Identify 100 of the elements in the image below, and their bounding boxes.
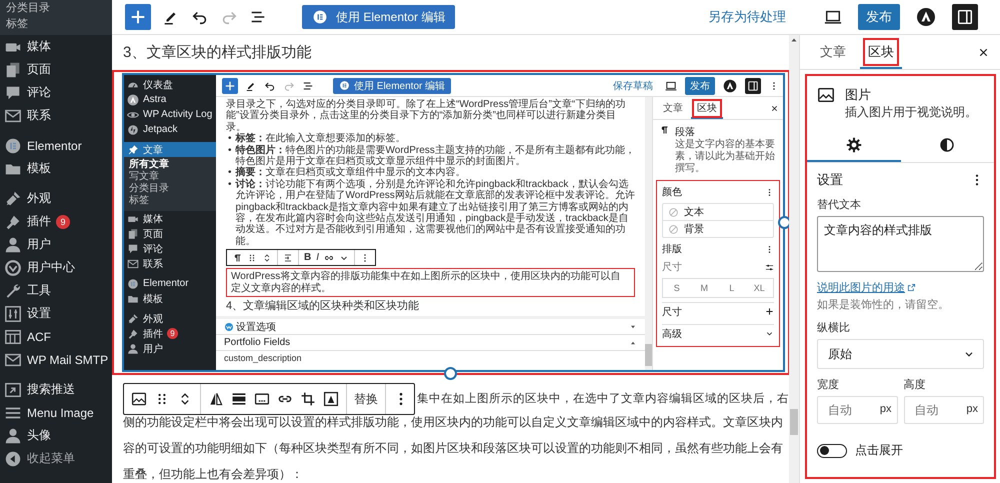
triangle-logo-icon[interactable] bbox=[916, 7, 936, 27]
publish-button[interactable]: 发布 bbox=[858, 4, 900, 30]
menu-item[interactable]: 用户 bbox=[124, 341, 216, 356]
resize-handle[interactable] bbox=[444, 367, 457, 380]
collapse-icon bbox=[4, 450, 22, 468]
crop-icon[interactable] bbox=[300, 391, 316, 407]
menu-item[interactable]: 文章 bbox=[124, 142, 216, 157]
size-option[interactable]: XL bbox=[746, 279, 773, 297]
panel-tab[interactable]: 文章 bbox=[812, 35, 854, 69]
menu-item[interactable]: ACF bbox=[0, 325, 112, 348]
triangle-logo-icon[interactable] bbox=[723, 78, 737, 92]
align-icon[interactable] bbox=[283, 252, 293, 263]
menu-item[interactable]: 页面 bbox=[0, 58, 112, 81]
italic-button[interactable]: I bbox=[316, 252, 320, 263]
field-label: 替代文本 bbox=[817, 198, 862, 212]
scrollbar-thumb[interactable] bbox=[645, 344, 652, 366]
panel-section[interactable]: 高级 bbox=[662, 324, 774, 342]
scrollbar-thumb[interactable] bbox=[790, 409, 798, 435]
menu-item[interactable]: Menu Image bbox=[0, 401, 112, 424]
move-arrows-icon[interactable] bbox=[262, 252, 272, 263]
panel-tab[interactable]: 区块 bbox=[691, 98, 723, 118]
submenu-item[interactable]: 标签 bbox=[124, 195, 216, 207]
panel-section[interactable]: 尺寸 bbox=[662, 302, 774, 320]
aspect-ratio-select[interactable]: 原始 bbox=[817, 339, 984, 369]
meta-box-header[interactable]: Portfolio Fields bbox=[216, 335, 645, 352]
envelope-icon bbox=[127, 258, 139, 270]
menu-item[interactable]: WP Activity Log bbox=[124, 107, 216, 122]
list-view-icon[interactable] bbox=[302, 80, 314, 92]
bold-button[interactable]: B bbox=[304, 252, 312, 263]
bullet: • bbox=[228, 133, 232, 145]
toggle-label: 点击展开 bbox=[855, 442, 903, 459]
menu-item[interactable]: 媒体 bbox=[124, 211, 216, 226]
menu-item[interactable]: 媒体 bbox=[0, 35, 112, 58]
size-option[interactable]: M bbox=[690, 279, 718, 297]
size-option[interactable]: S bbox=[663, 279, 690, 297]
meta-box-header[interactable]: 设置选项 bbox=[216, 319, 645, 336]
menu-item[interactable]: 头像 bbox=[0, 424, 112, 447]
drag-handle-icon[interactable] bbox=[247, 252, 257, 263]
menu-item[interactable]: Jetpack bbox=[124, 122, 216, 137]
field-label: 尺寸 bbox=[662, 260, 682, 274]
menu-item[interactable]: 页面 bbox=[124, 226, 216, 241]
caption-icon[interactable] bbox=[254, 391, 270, 407]
close-icon[interactable] bbox=[770, 104, 779, 112]
toggle-switch[interactable] bbox=[817, 444, 847, 458]
submenu-item[interactable]: 写文章 bbox=[124, 171, 216, 183]
menu-item[interactable]: 评论 bbox=[0, 81, 112, 104]
stacked-bars-icon[interactable] bbox=[231, 391, 247, 407]
settings-toggle-button[interactable] bbox=[952, 4, 978, 30]
color-option[interactable]: 背景 bbox=[663, 220, 773, 237]
desktop-icon[interactable] bbox=[824, 8, 842, 26]
add-block-button[interactable] bbox=[222, 78, 238, 94]
alt-text-field[interactable]: 文章内容的样式排版 bbox=[817, 216, 984, 272]
menu-item[interactable]: 仪表盘 bbox=[124, 77, 216, 92]
menu-item[interactable]: 插件 9 bbox=[124, 326, 216, 341]
e-circle-icon bbox=[312, 9, 328, 25]
panel-tab[interactable]: 区块 bbox=[860, 35, 902, 69]
settings-icon bbox=[4, 304, 22, 322]
menu-item[interactable]: WP Mail SMTP bbox=[0, 348, 112, 371]
submenu-item[interactable]: 分类目录 bbox=[124, 183, 216, 195]
collapse-menu-button[interactable]: 收起菜单 bbox=[0, 447, 112, 470]
help-link[interactable]: 说明此图片的用途 bbox=[817, 280, 984, 295]
replace-button[interactable]: 替换 bbox=[354, 390, 378, 408]
menu-item[interactable]: 用户中心 bbox=[0, 256, 112, 279]
menu-item[interactable]: 搜索推送 bbox=[0, 378, 112, 401]
menu-item[interactable]: 联系 bbox=[0, 104, 112, 127]
submenu-item[interactable]: 标签 bbox=[0, 16, 112, 32]
pilcrow-icon[interactable] bbox=[232, 252, 242, 263]
color-option[interactable]: 文本 bbox=[663, 204, 773, 220]
submenu-item[interactable]: 所有文章 bbox=[124, 159, 216, 171]
menu-item[interactable]: Elementor bbox=[0, 134, 112, 157]
sliders-icon[interactable] bbox=[765, 262, 774, 272]
menu-item[interactable]: 模板 bbox=[0, 157, 112, 180]
menu-item[interactable]: 外观 bbox=[124, 311, 216, 326]
menu-item[interactable]: 插件 9 bbox=[0, 210, 112, 233]
menu-item[interactable]: 工具 bbox=[0, 279, 112, 302]
menu-item[interactable]: Astra bbox=[124, 92, 216, 107]
gear-icon bbox=[846, 137, 862, 153]
submenu-item[interactable]: 分类目录 bbox=[0, 0, 112, 16]
menu-item[interactable]: 外观 bbox=[0, 187, 112, 210]
panel-tab[interactable]: 文章 bbox=[657, 98, 689, 118]
menu-item[interactable]: 联系 bbox=[124, 256, 216, 271]
save-draft-link[interactable]: 保存草稿 bbox=[613, 78, 653, 92]
publish-button[interactable]: 发布 bbox=[685, 76, 715, 94]
undo-icon[interactable] bbox=[264, 80, 276, 92]
save-pending-link[interactable]: 另存为待处理 bbox=[708, 8, 786, 26]
settings-toggle-button[interactable] bbox=[745, 78, 761, 94]
elementor-edit-button[interactable]: 使用 Elementor 编辑 bbox=[302, 5, 456, 29]
triangle-halves-icon[interactable] bbox=[208, 391, 224, 407]
elementor-edit-button[interactable]: 使用 Elementor 编辑 bbox=[333, 78, 452, 94]
menu-item[interactable]: 设置 bbox=[0, 302, 112, 325]
menu-item[interactable]: 评论 bbox=[124, 241, 216, 256]
desktop-icon[interactable] bbox=[665, 80, 677, 92]
plus-icon bbox=[765, 307, 774, 316]
menu-item[interactable]: 模板 bbox=[124, 291, 216, 306]
menu-item[interactable]: 用户 bbox=[0, 233, 112, 256]
size-option[interactable]: L bbox=[718, 279, 746, 297]
add-block-button[interactable] bbox=[125, 4, 151, 30]
image-icon[interactable] bbox=[131, 391, 147, 407]
block-description: 插入图片用于视觉说明。 bbox=[845, 104, 977, 120]
menu-item[interactable]: Elementor bbox=[124, 276, 216, 291]
